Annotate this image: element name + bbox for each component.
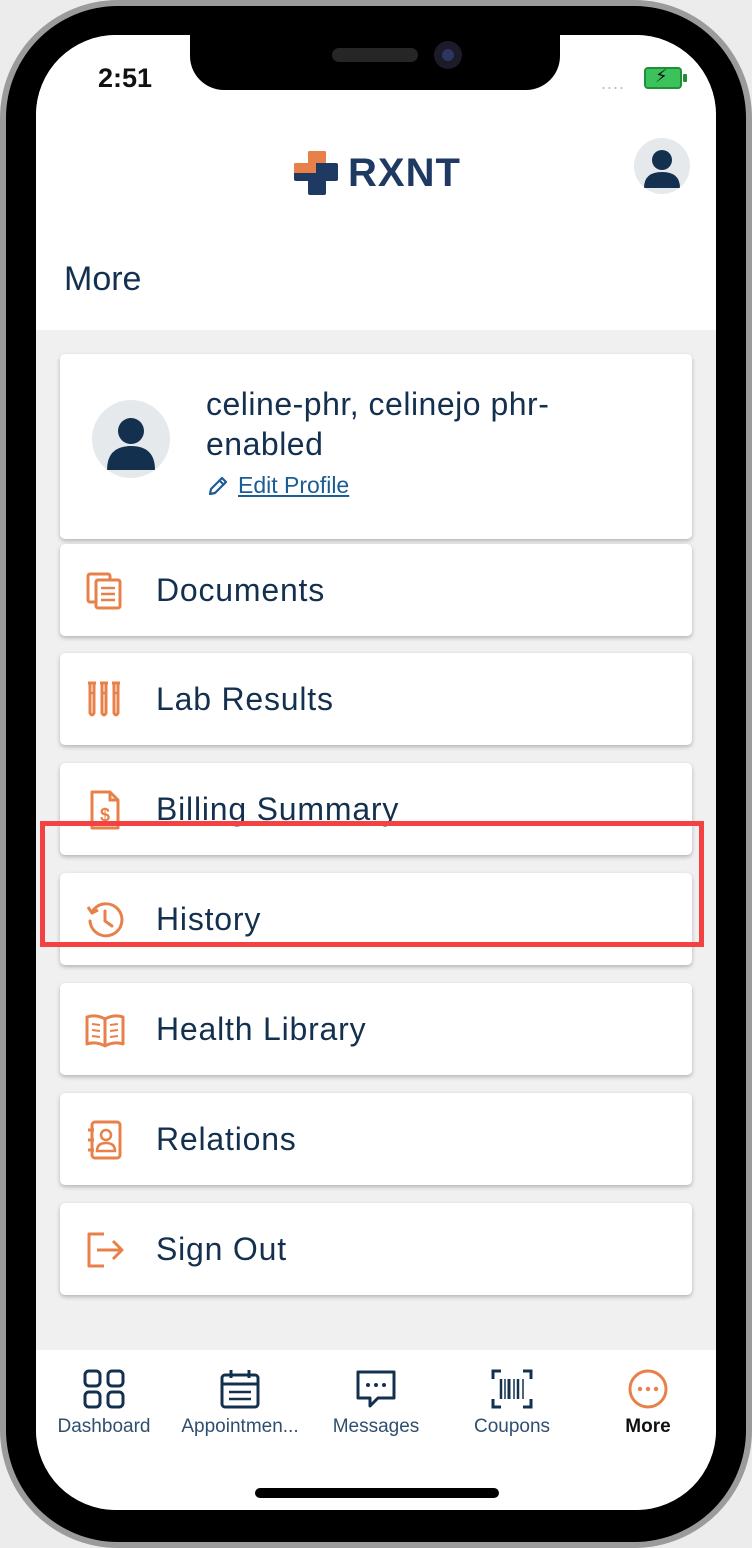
speaker (332, 48, 418, 62)
tab-coupons[interactable]: Coupons (444, 1368, 580, 1438)
billing-document-icon: $ (90, 790, 120, 830)
status-time: 2:51 (98, 63, 153, 93)
page-title: More (64, 260, 142, 298)
menu-item-label: History (156, 901, 262, 937)
menu-item-label: Documents (156, 572, 326, 608)
documents-icon (86, 572, 122, 610)
open-book-icon (85, 1014, 125, 1048)
menu-item-history[interactable]: History (60, 873, 692, 965)
menu-item-relations[interactable]: Relations (60, 1093, 692, 1185)
tab-more[interactable]: More (580, 1368, 716, 1438)
menu-item-sign-out[interactable]: Sign Out (60, 1203, 692, 1295)
profile-name: celine-phr, celinejo phr-enabled (206, 386, 550, 462)
test-tubes-icon (88, 681, 120, 717)
calendar-icon (220, 1370, 260, 1409)
more-dots-icon (628, 1369, 668, 1409)
notch (190, 35, 560, 90)
edit-profile-label: Edit Profile (238, 472, 350, 498)
tab-label: Dashboard (57, 1416, 151, 1437)
chat-bubble-icon (356, 1370, 396, 1408)
front-camera (434, 41, 462, 69)
bottom-tab-bar: Dashboard Appointmen... Messages Coupons… (36, 1350, 716, 1510)
menu-item-documents[interactable]: Documents (60, 544, 692, 636)
history-icon (86, 902, 124, 938)
tab-label: Messages (332, 1416, 420, 1437)
tab-messages[interactable]: Messages (308, 1368, 444, 1438)
svg-text:$: $ (100, 805, 110, 825)
menu-item-label: Relations (156, 1121, 297, 1157)
menu-item-label: Lab Results (156, 681, 334, 717)
signal-icon: .... (601, 73, 626, 93)
profile-avatar (92, 400, 170, 478)
header-avatar-button[interactable] (634, 138, 690, 194)
edit-profile-link[interactable]: Edit Profile (206, 472, 349, 499)
menu-item-label: Sign Out (156, 1231, 287, 1267)
home-indicator (255, 1488, 499, 1498)
sign-out-icon (87, 1232, 124, 1268)
logo-text: RXNT (348, 150, 461, 195)
tab-label: Appointmen... (181, 1416, 299, 1437)
pencil-icon (208, 476, 228, 495)
grid-icon (83, 1369, 125, 1409)
logo-cross-icon (294, 151, 338, 195)
more-menu: celine-phr, celinejo phr-enabled Edit Pr… (36, 330, 716, 1350)
contacts-book-icon (88, 1120, 122, 1160)
app-header: RXNT More (36, 125, 716, 330)
user-icon (644, 150, 680, 188)
screen: 2:51 .... ⚡ RXNT More celine-phr, celine… (36, 35, 716, 1510)
tab-label: More (625, 1416, 671, 1437)
menu-item-billing-summary[interactable]: $ Billing Summary (60, 763, 692, 855)
barcode-icon (491, 1369, 533, 1409)
tab-appointments[interactable]: Appointmen... (172, 1368, 308, 1438)
tab-label: Coupons (473, 1416, 551, 1437)
menu-item-health-library[interactable]: Health Library (60, 983, 692, 1075)
user-icon (107, 418, 155, 470)
menu-item-label: Health Library (156, 1011, 367, 1047)
battery-charging-icon: ⚡ (644, 66, 687, 89)
menu-item-lab-results[interactable]: Lab Results (60, 653, 692, 745)
profile-card: celine-phr, celinejo phr-enabled Edit Pr… (60, 354, 692, 539)
menu-item-label: Billing Summary (156, 791, 400, 827)
tab-dashboard[interactable]: Dashboard (36, 1368, 172, 1438)
rxnt-logo: RXNT (292, 143, 461, 203)
